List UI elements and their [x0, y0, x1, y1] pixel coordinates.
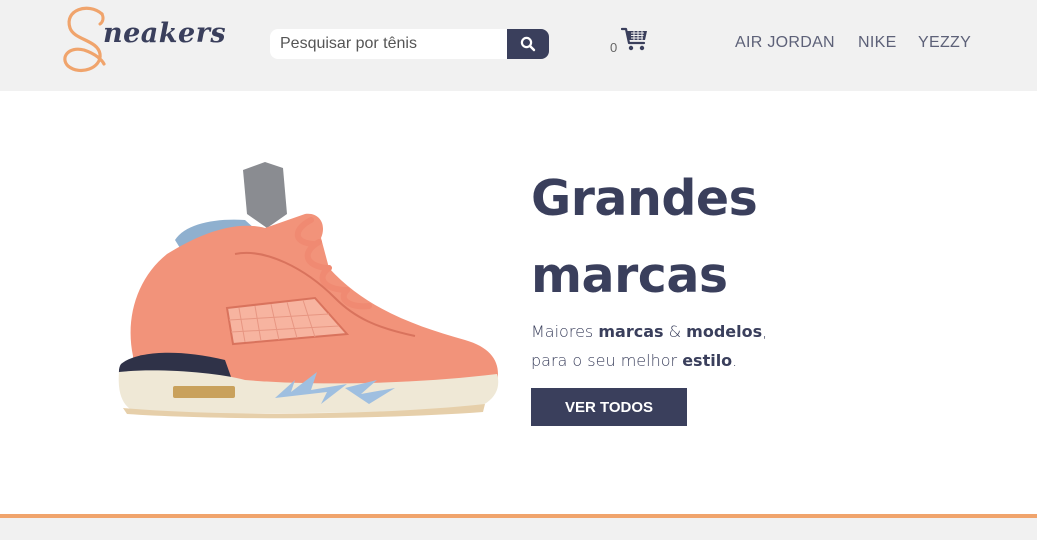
cart-count: 0 — [610, 40, 618, 55]
nav-link-air-jordan[interactable]: AIR JORDAN — [735, 34, 835, 52]
search-form — [270, 29, 549, 59]
site-header: neakers 0 AIR JORDAN NIKE YEZZY — [0, 0, 1037, 91]
search-input[interactable] — [270, 29, 508, 59]
subtitle-text: . — [732, 351, 738, 370]
subtitle-emphasis-estilo: estilo — [682, 351, 733, 370]
sneaker-image — [118, 162, 499, 419]
hero-subtitle-line-2: para o seu melhor estilo. — [531, 346, 831, 375]
hero-subtitle-line-1: Maiores marcas & modelos, — [531, 317, 831, 346]
hero-subtitle: Maiores marcas & modelos, para o seu mel… — [531, 317, 831, 375]
subtitle-text: & — [663, 322, 687, 341]
subtitle-text: Maiores — [531, 322, 599, 341]
nav-link-yezzy[interactable]: YEZZY — [918, 34, 971, 52]
subtitle-text: para o seu melhor — [531, 351, 683, 370]
hero-title: Grandes marcas — [531, 160, 758, 314]
search-icon — [520, 36, 536, 52]
subtitle-text: , — [762, 322, 768, 341]
shopping-cart-icon — [621, 27, 647, 51]
hero-title-line-1: Grandes — [531, 170, 758, 227]
hero-title-line-2: marcas — [531, 247, 728, 304]
search-button[interactable] — [507, 29, 549, 59]
nav-link-nike[interactable]: NIKE — [858, 34, 897, 52]
subtitle-emphasis-marcas: marcas — [598, 322, 664, 341]
logo[interactable]: neakers — [58, 4, 226, 76]
logo-text: neakers — [103, 18, 227, 49]
subtitle-emphasis-modelos: modelos — [686, 322, 763, 341]
view-all-button[interactable]: VER TODOS — [531, 388, 687, 426]
cart-button[interactable]: 0 — [610, 26, 650, 58]
next-section-band — [0, 518, 1037, 540]
